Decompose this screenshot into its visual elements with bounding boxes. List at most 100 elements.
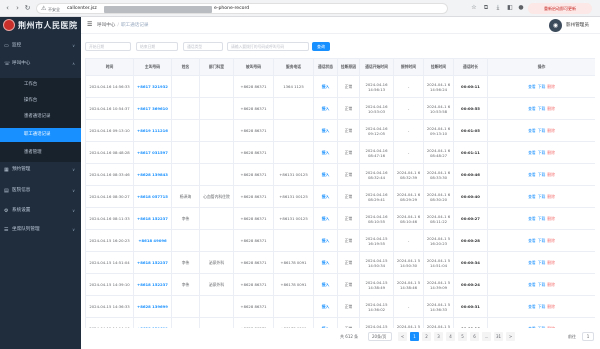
cell-callee: +8628 86371 xyxy=(233,141,274,164)
end-date-input[interactable]: 结束日期 xyxy=(136,42,178,51)
download-button[interactable]: 下载 xyxy=(538,150,546,155)
view-button[interactable]: 查看 xyxy=(528,326,536,328)
delete-button[interactable]: 删除 xyxy=(547,282,555,287)
page-button[interactable]: > xyxy=(506,332,515,341)
view-button[interactable]: 查看 xyxy=(528,172,536,177)
table-row[interactable]: 2024-04-16 10:54:37 +8617 369610 +8628 863… xyxy=(85,97,595,120)
submenu: 工作台 操作台 患者通话记录 职工通话记录 患者管理 xyxy=(0,78,81,162)
view-button[interactable]: 查看 xyxy=(528,84,536,89)
download-button[interactable]: 下载 xyxy=(538,282,546,287)
sidebar-sub-patient-calls[interactable]: 患者通话记录 xyxy=(0,110,81,124)
download-icon[interactable]: ⤓ xyxy=(494,4,502,12)
view-button[interactable]: 查看 xyxy=(528,304,536,309)
call-type-select[interactable]: 通话类型 xyxy=(183,42,223,51)
sidebar-item-settings[interactable]: ⚙ 系统设置 ∨ xyxy=(0,204,81,218)
page-button[interactable]: < xyxy=(398,332,407,341)
download-button[interactable]: 下载 xyxy=(538,128,546,133)
page-size-select[interactable]: 20条/页 xyxy=(368,332,392,341)
user-name[interactable]: 影州管理员 xyxy=(566,22,589,28)
cell-status: 接入 xyxy=(313,119,338,142)
sidebar-sub-patients[interactable]: 患者管理 xyxy=(0,146,81,160)
keyword-input[interactable]: 请输入要拨打的号码或呼叫号码 xyxy=(227,42,309,51)
view-button[interactable]: 查看 xyxy=(528,238,536,243)
download-button[interactable]: 下载 xyxy=(538,172,546,177)
delete-button[interactable]: 删除 xyxy=(547,326,555,328)
delete-button[interactable]: 删除 xyxy=(547,128,555,133)
view-button[interactable]: 查看 xyxy=(528,128,536,133)
cell-hangup: 2024-04-1 5 16:20:23 xyxy=(423,229,454,252)
cell-actions: 查看下载删除 xyxy=(487,229,595,252)
download-button[interactable]: 下载 xyxy=(538,260,546,265)
table-row[interactable]: 2024-04-15 14:39:10 +8618 152237 李伟 泌尿外科 +86… xyxy=(85,273,595,296)
table-row[interactable]: 2024-04-15 14:14:16+8628 139699 +8628 863… xyxy=(85,317,595,328)
start-date-input[interactable]: 开始日期 xyxy=(85,42,131,51)
delete-button[interactable]: 删除 xyxy=(547,194,555,199)
page-button[interactable]: ... xyxy=(482,332,491,341)
view-button[interactable]: 查看 xyxy=(528,260,536,265)
warning-icon: ⚠ xyxy=(41,5,47,12)
reload-icon[interactable]: ↻ xyxy=(23,4,32,13)
delete-button[interactable]: 删除 xyxy=(547,216,555,221)
delete-button[interactable]: 删除 xyxy=(547,304,555,309)
forward-icon[interactable]: › xyxy=(13,4,22,13)
view-button[interactable]: 查看 xyxy=(528,194,536,199)
view-button[interactable]: 查看 xyxy=(528,216,536,221)
table-row[interactable]: 2024-04-15 14:36:33 +8628 139699 +8628 863… xyxy=(85,295,595,318)
bookmark-icon[interactable]: ☆ xyxy=(470,4,478,12)
avatar[interactable]: ◉ xyxy=(549,19,562,32)
sidebar-item-hospital[interactable]: ▤ 医院信息 ∨ xyxy=(0,184,81,198)
table-row[interactable]: 2024-04-15 16:20:23 +8618 49096 +8628 8637… xyxy=(85,229,595,252)
table-row[interactable]: 2024-04-16 08:30:27 +8618 057715 杨泽海 心血管内科住… xyxy=(85,185,595,208)
delete-button[interactable]: 删除 xyxy=(547,238,555,243)
page-button[interactable]: 6 xyxy=(470,332,479,341)
sidepanel-icon[interactable]: ◧ xyxy=(506,4,514,12)
page-button[interactable]: 1 xyxy=(410,332,419,341)
table-row[interactable]: 2024-04-16 14:56:33 +8617 321932 +8628 863… xyxy=(85,75,595,98)
view-button[interactable]: 查看 xyxy=(528,106,536,111)
jump-input[interactable]: 1 xyxy=(582,332,594,341)
view-button[interactable]: 查看 xyxy=(528,150,536,155)
sidebar-item-monitor[interactable]: ▭ 监控 ∨ xyxy=(0,39,81,53)
delete-button[interactable]: 删除 xyxy=(547,150,555,155)
download-button[interactable]: 下载 xyxy=(538,194,546,199)
page-button[interactable]: 4 xyxy=(446,332,455,341)
table-row[interactable]: 2024-04-16 08:33:46 +8628 139843 +8628 863… xyxy=(85,163,595,186)
table-row[interactable]: 2024-04-15 14:51:04 +8618 152237 李伟 泌尿外科 +86… xyxy=(85,251,595,274)
download-button[interactable]: 下载 xyxy=(538,84,546,89)
extensions-icon[interactable]: ⧉ xyxy=(482,4,490,12)
download-button[interactable]: 下载 xyxy=(538,216,546,221)
download-button[interactable]: 下载 xyxy=(538,304,546,309)
page-button[interactable]: 3 xyxy=(434,332,443,341)
sidebar-item-queues[interactable]: ☰ 坐席队列管理 ∨ xyxy=(0,223,81,237)
cell-status: 接入 xyxy=(313,229,338,252)
update-button[interactable]: 重新启动即可更新 xyxy=(528,3,592,14)
back-icon[interactable]: ‹ xyxy=(3,4,12,13)
view-button[interactable]: 查看 xyxy=(528,282,536,287)
page-button[interactable]: 5 xyxy=(458,332,467,341)
sidebar-item-appointments[interactable]: ▦ 预约管理 ∨ xyxy=(0,163,81,177)
download-button[interactable]: 下载 xyxy=(538,238,546,243)
column-header: 姓名 xyxy=(171,58,200,76)
table-row[interactable]: 2024-04-16 08:48:28 +8617 031597 +8628 863… xyxy=(85,141,595,164)
sidebar-item-callcenter[interactable]: ☏ 呼叫中心 ∧ xyxy=(0,57,81,71)
table-row[interactable]: 2024-04-16 08:11:33 +8618 152237 李伟 +8628 8… xyxy=(85,207,595,230)
search-button[interactable]: 查询 xyxy=(312,42,330,51)
table-row[interactable]: 2024-04-16 09:13:10 +8619 111216 +8628 863… xyxy=(85,119,595,142)
download-button[interactable]: 下载 xyxy=(538,326,546,328)
delete-button[interactable]: 删除 xyxy=(547,84,555,89)
sidebar-sub-workbench[interactable]: 工作台 xyxy=(0,78,81,92)
profile-icon[interactable]: ● xyxy=(517,4,525,12)
delete-button[interactable]: 删除 xyxy=(547,172,555,177)
hamburger-icon[interactable]: ☰ xyxy=(87,21,92,28)
sidebar-sub-staff-calls[interactable]: 职工通话记录 xyxy=(0,128,81,142)
breadcrumb-root[interactable]: 呼叫中心 xyxy=(97,23,115,28)
delete-button[interactable]: 删除 xyxy=(547,106,555,111)
cell-service xyxy=(273,97,314,120)
address-bar[interactable]: ⚠ 不安全 callcenter.jsz e-phone-record xyxy=(36,3,448,14)
page-button[interactable]: 31 xyxy=(494,332,503,341)
delete-button[interactable]: 删除 xyxy=(547,260,555,265)
column-header: 主叫号码 xyxy=(133,58,172,76)
sidebar-sub-console[interactable]: 操作台 xyxy=(0,94,81,108)
download-button[interactable]: 下载 xyxy=(538,106,546,111)
page-button[interactable]: 2 xyxy=(422,332,431,341)
